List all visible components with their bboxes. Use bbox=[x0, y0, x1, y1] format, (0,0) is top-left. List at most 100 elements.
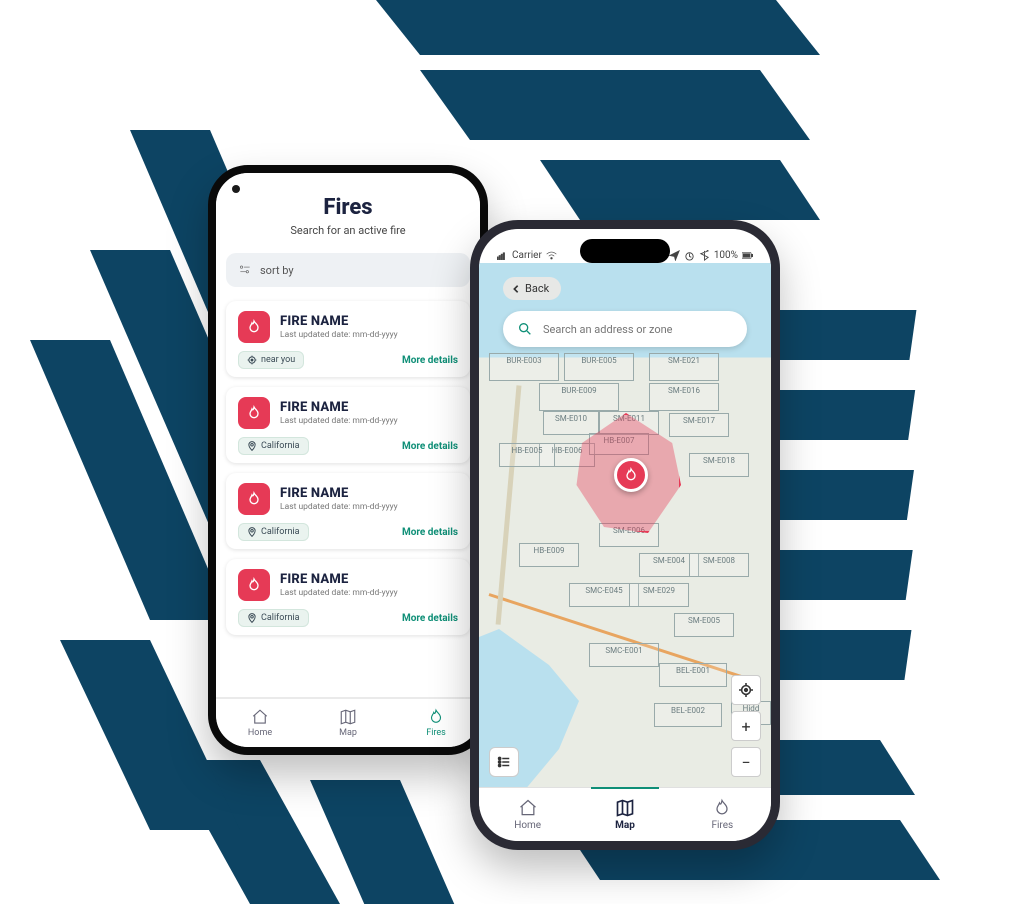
sort-by-control[interactable]: sort by bbox=[226, 253, 470, 287]
pin-icon bbox=[247, 441, 257, 451]
fire-icon bbox=[246, 405, 262, 421]
battery-icon bbox=[742, 250, 753, 261]
search-icon bbox=[517, 321, 533, 337]
map-zoom-out-button[interactable]: − bbox=[731, 747, 761, 777]
fire-icon-badge bbox=[238, 569, 270, 601]
more-details-link[interactable]: More details bbox=[402, 527, 458, 538]
map-canvas[interactable]: Back BUR-E003BUR-E005BUR-E009SM-E021SM-E… bbox=[479, 263, 771, 787]
map-zone-label[interactable]: BEL-E001 bbox=[659, 663, 727, 687]
map-zone-label[interactable]: SMC-E001 bbox=[589, 643, 659, 667]
nav-tab-label: Map bbox=[615, 820, 635, 831]
fire-icon-badge bbox=[238, 483, 270, 515]
map-zone-label[interactable]: SM-E029 bbox=[629, 583, 689, 607]
map-zone-label[interactable]: HB-E005 bbox=[499, 443, 555, 467]
map-zone-label[interactable]: SM-E005 bbox=[674, 613, 734, 637]
page-subtitle: Search for an active fire bbox=[228, 224, 468, 237]
fire-location-chip[interactable]: California bbox=[238, 523, 309, 541]
map-zone-label[interactable]: SM-E010 bbox=[543, 411, 599, 435]
phone-fires-list: Fires Search for an active fire sort by … bbox=[208, 165, 488, 755]
map-icon bbox=[615, 798, 635, 818]
sort-by-label: sort by bbox=[260, 264, 294, 277]
nav-tab-label: Fires bbox=[426, 728, 446, 738]
fire-name: FIRE NAME bbox=[280, 400, 458, 415]
fire-card[interactable]: FIRE NAMELast updated date: mm-dd-yyyy Ca… bbox=[226, 559, 470, 635]
fire-map-pin[interactable] bbox=[614, 458, 648, 492]
map-zone-label[interactable]: HB-E009 bbox=[519, 543, 579, 567]
home-icon bbox=[518, 798, 538, 818]
nav-tab-map[interactable]: Map bbox=[304, 699, 392, 747]
more-details-link[interactable]: More details bbox=[402, 441, 458, 452]
fire-updated: Last updated date: mm-dd-yyyy bbox=[280, 502, 458, 512]
more-details-link[interactable]: More details bbox=[402, 613, 458, 624]
fire-icon bbox=[246, 319, 262, 335]
map-zone-label[interactable]: BUR-E005 bbox=[564, 353, 634, 381]
nav-tab-fires[interactable]: Fires bbox=[392, 699, 480, 747]
nav-tab-home[interactable]: Home bbox=[479, 788, 576, 841]
nav-tab-label: Map bbox=[339, 728, 357, 738]
nav-tab-fires[interactable]: Fires bbox=[674, 788, 771, 841]
crosshair-icon bbox=[247, 355, 257, 365]
map-zone-label[interactable]: SM-E008 bbox=[689, 553, 749, 577]
fire-name: FIRE NAME bbox=[280, 314, 458, 329]
fire-icon-badge bbox=[238, 311, 270, 343]
fire-updated: Last updated date: mm-dd-yyyy bbox=[280, 588, 458, 598]
crosshair-icon bbox=[739, 683, 753, 697]
map-icon bbox=[339, 708, 357, 726]
nav-tab-map[interactable]: Map bbox=[576, 788, 673, 841]
alarm-icon bbox=[684, 250, 695, 261]
bluetooth-icon bbox=[699, 250, 710, 261]
fire-card[interactable]: FIRE NAMELast updated date: mm-dd-yyyy Ca… bbox=[226, 473, 470, 549]
fire-icon bbox=[427, 708, 445, 726]
nav-tab-label: Home bbox=[514, 820, 541, 831]
carrier-label: Carrier bbox=[512, 250, 542, 261]
signal-icon bbox=[497, 250, 508, 261]
fire-name: FIRE NAME bbox=[280, 486, 458, 501]
pin-icon bbox=[247, 527, 257, 537]
map-road bbox=[496, 385, 522, 625]
dynamic-island bbox=[580, 239, 670, 263]
nav-tab-home[interactable]: Home bbox=[216, 699, 304, 747]
battery-label: 100% bbox=[714, 250, 738, 261]
home-icon bbox=[251, 708, 269, 726]
map-zone-label[interactable]: BUR-E009 bbox=[539, 383, 619, 411]
fire-icon bbox=[712, 798, 732, 818]
front-camera-dot bbox=[232, 185, 240, 193]
fire-updated: Last updated date: mm-dd-yyyy bbox=[280, 330, 458, 340]
back-label: Back bbox=[525, 282, 549, 295]
location-arrow-icon bbox=[669, 250, 680, 261]
fire-location-chip[interactable]: California bbox=[238, 609, 309, 627]
fire-icon bbox=[246, 491, 262, 507]
fire-name: FIRE NAME bbox=[280, 572, 458, 587]
pin-icon bbox=[247, 613, 257, 623]
map-layers-button[interactable] bbox=[489, 747, 519, 777]
fire-card[interactable]: FIRE NAMELast updated date: mm-dd-yyyy Ca… bbox=[226, 387, 470, 463]
map-zone-label[interactable]: SM-E017 bbox=[669, 413, 729, 437]
list-icon bbox=[497, 755, 511, 769]
map-zone-label[interactable]: BEL-E002 bbox=[654, 703, 722, 727]
nav-tab-label: Fires bbox=[711, 820, 733, 831]
map-zone-label[interactable]: SM-E021 bbox=[649, 353, 719, 381]
map-locate-button[interactable] bbox=[731, 675, 761, 705]
phone-map: Carrier 100% Back bbox=[470, 220, 780, 850]
sliders-icon bbox=[238, 263, 252, 277]
fire-icon-badge bbox=[238, 397, 270, 429]
map-search-bar[interactable] bbox=[503, 311, 747, 347]
page-title: Fires bbox=[228, 195, 468, 220]
fires-header: Fires Search for an active fire bbox=[216, 173, 480, 247]
map-search-input[interactable] bbox=[543, 323, 733, 336]
fire-location-chip[interactable]: near you bbox=[238, 351, 304, 369]
fire-location-chip[interactable]: California bbox=[238, 437, 309, 455]
chevron-left-icon bbox=[511, 284, 521, 294]
map-zone-label[interactable]: SM-E016 bbox=[649, 383, 719, 411]
back-button[interactable]: Back bbox=[503, 277, 561, 300]
fire-icon bbox=[623, 467, 639, 483]
map-zoom-in-button[interactable]: + bbox=[731, 711, 761, 741]
map-zone-label[interactable]: SM-E018 bbox=[689, 453, 749, 477]
fire-card[interactable]: FIRE NAMELast updated date: mm-dd-yyyy ne… bbox=[226, 301, 470, 377]
more-details-link[interactable]: More details bbox=[402, 355, 458, 366]
fire-icon bbox=[246, 577, 262, 593]
nav-tab-label: Home bbox=[248, 728, 272, 738]
fire-updated: Last updated date: mm-dd-yyyy bbox=[280, 416, 458, 426]
wifi-icon bbox=[546, 250, 557, 261]
map-zone-label[interactable]: BUR-E003 bbox=[489, 353, 559, 381]
